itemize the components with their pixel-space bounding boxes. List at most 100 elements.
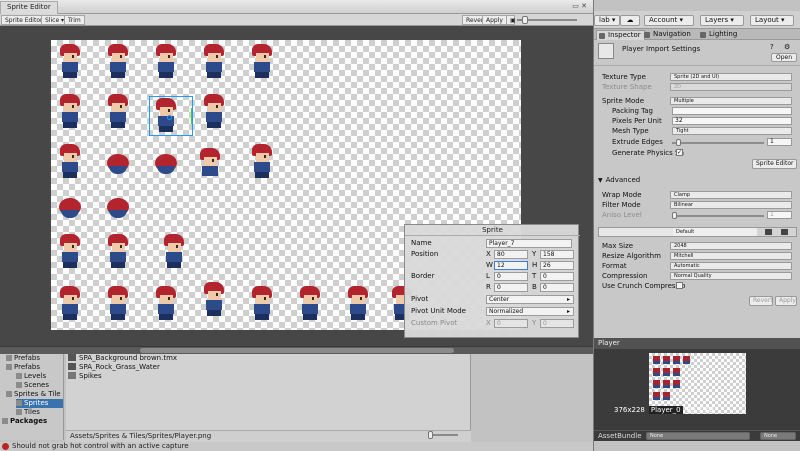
pivot-handle[interactable] [167,115,172,120]
open-button[interactable]: Open [770,53,797,62]
border-top-field[interactable]: 0 [540,272,574,281]
tree-item-levels[interactable]: Levels [16,372,46,381]
download-icon[interactable] [781,229,788,235]
assetbundle-variant-dropdown[interactable]: None [760,432,796,440]
border-left-field[interactable]: 0 [494,272,528,281]
extrude-edges-field[interactable]: 1 [767,138,792,146]
sprite-frame[interactable] [197,148,223,182]
platform-tab-default[interactable]: Default [673,228,757,236]
resize-algorithm-dropdown[interactable]: Mitchell [670,252,792,260]
sprite-editor-tab[interactable]: Sprite Editor [0,1,58,14]
sprite-mode-dropdown[interactable]: Multiple [670,97,792,105]
window-controls-icon[interactable]: ▭ ✕ [572,2,587,10]
sprite-frame[interactable] [105,44,131,78]
account-dropdown[interactable]: Account ▾ [644,15,694,26]
sprite-frame[interactable] [201,282,227,316]
sprite-frame[interactable] [57,234,83,268]
compression-dropdown[interactable]: Normal Quality [670,272,792,280]
position-x-field[interactable]: 80 [494,250,528,259]
sprite-frame[interactable] [249,44,275,78]
tree-item-prefabs-root[interactable]: Prefabs [6,354,40,363]
crunch-compression-checkbox[interactable] [676,282,683,289]
tab-lighting[interactable]: Lighting [698,30,740,40]
file-item[interactable]: SPA_Rock_Grass_Water [68,363,160,372]
extrude-edges-slider[interactable] [672,139,764,146]
sprite-frame[interactable] [161,234,187,268]
advanced-foldout[interactable]: ▼ Advanced [598,176,640,184]
sprite-frame[interactable] [153,286,179,320]
help-icon[interactable]: ? [770,43,774,51]
gear-icon[interactable]: ⚙ [784,43,790,51]
trim-button[interactable]: Trim [64,15,85,25]
texture-type-dropdown[interactable]: Sprite (2D and UI) [670,73,792,81]
file-item[interactable]: SPA_Background brown.tmx [68,354,177,363]
sprite-frame[interactable] [297,286,323,320]
sprite-frame[interactable] [249,144,275,178]
sprite-frame[interactable] [105,94,131,128]
sprite-frame[interactable] [105,146,131,180]
border-bottom-field[interactable]: 0 [540,283,574,292]
tab-navigation[interactable]: Navigation [642,30,694,40]
file-item[interactable]: Spikes [68,372,102,381]
revert-button[interactable]: Revert [749,296,773,306]
collab-dropdown[interactable]: lab ▾ [594,15,621,26]
light-bulb-icon [700,32,706,38]
sprite-frame[interactable] [249,286,275,320]
sprite-frame[interactable] [105,190,131,224]
sprite-frame[interactable] [345,286,371,320]
name-field[interactable]: Player_7 [486,239,572,248]
position-y-field[interactable]: 158 [540,250,574,259]
horizontal-scrollbar[interactable] [0,347,593,354]
pivot-dropdown[interactable]: Center [486,295,574,304]
sprite-frame[interactable] [153,146,179,180]
wrap-mode-dropdown[interactable]: Clamp [670,191,792,199]
selection-edge-handle[interactable] [191,108,192,124]
tab-inspector[interactable]: Inspector [596,30,645,40]
folder-icon [2,418,8,424]
layout-dropdown[interactable]: Layout ▾ [750,15,794,26]
download-icon[interactable] [765,229,772,235]
slider-knob[interactable] [676,139,682,146]
tree-item-tiles[interactable]: Tiles [16,408,40,417]
apply-button[interactable]: Apply [482,15,507,25]
tree-item-packages[interactable]: Packages [2,417,47,426]
generate-physics-checkbox[interactable]: ✓ [676,149,683,156]
sprite-frame[interactable] [153,44,179,78]
sprite-frame[interactable] [105,286,131,320]
max-size-dropdown[interactable]: 2048 [670,242,792,250]
width-field[interactable]: 12 [494,261,528,270]
zoom-slider[interactable] [517,16,577,24]
pixels-per-unit-field[interactable]: 32 [672,117,792,125]
assetbundle-name-dropdown[interactable]: None [646,432,750,440]
mesh-type-dropdown[interactable]: Tight [672,127,792,135]
border-right-field[interactable]: 0 [494,283,528,292]
sprite-frame[interactable] [201,44,227,78]
preview-sprite [673,368,680,376]
tree-item-scenes[interactable]: Scenes [16,381,49,390]
compression-label: Compression [602,272,648,280]
sprite-editor-button[interactable]: Sprite Editor [752,159,797,169]
tree-item-prefabs[interactable]: Prefabs [6,363,40,372]
custom-pivot-y-field: 0 [540,319,574,328]
cloud-icon[interactable]: ☁ [620,15,640,26]
sprite-frame[interactable] [57,94,83,128]
tree-item-sprites-tiles[interactable]: Sprites & Tile [6,390,61,399]
pivot-unit-mode-dropdown[interactable]: Normalized [486,307,574,316]
thumbnail-size-slider[interactable] [428,431,458,439]
layers-dropdown[interactable]: Layers ▾ [700,15,744,26]
sprite-frame[interactable] [57,286,83,320]
sprite-frame[interactable] [57,144,83,178]
preview-header[interactable]: Player [594,338,800,349]
height-field[interactable]: 26 [540,261,574,270]
packing-tag-field[interactable] [672,107,792,115]
apply-button[interactable]: Apply [775,296,797,306]
tree-item-sprites[interactable]: Sprites [16,399,63,408]
filter-mode-dropdown[interactable]: Bilinear [670,201,792,209]
scrollbar-thumb[interactable] [140,348,454,353]
sprite-frame[interactable] [57,190,83,224]
sprite-frame[interactable] [57,44,83,78]
sprite-frame[interactable] [105,234,131,268]
format-dropdown[interactable]: Automatic [670,262,792,270]
sprite-frame[interactable] [201,94,227,128]
alpha-toggle-icon[interactable]: ▣ [506,15,516,25]
